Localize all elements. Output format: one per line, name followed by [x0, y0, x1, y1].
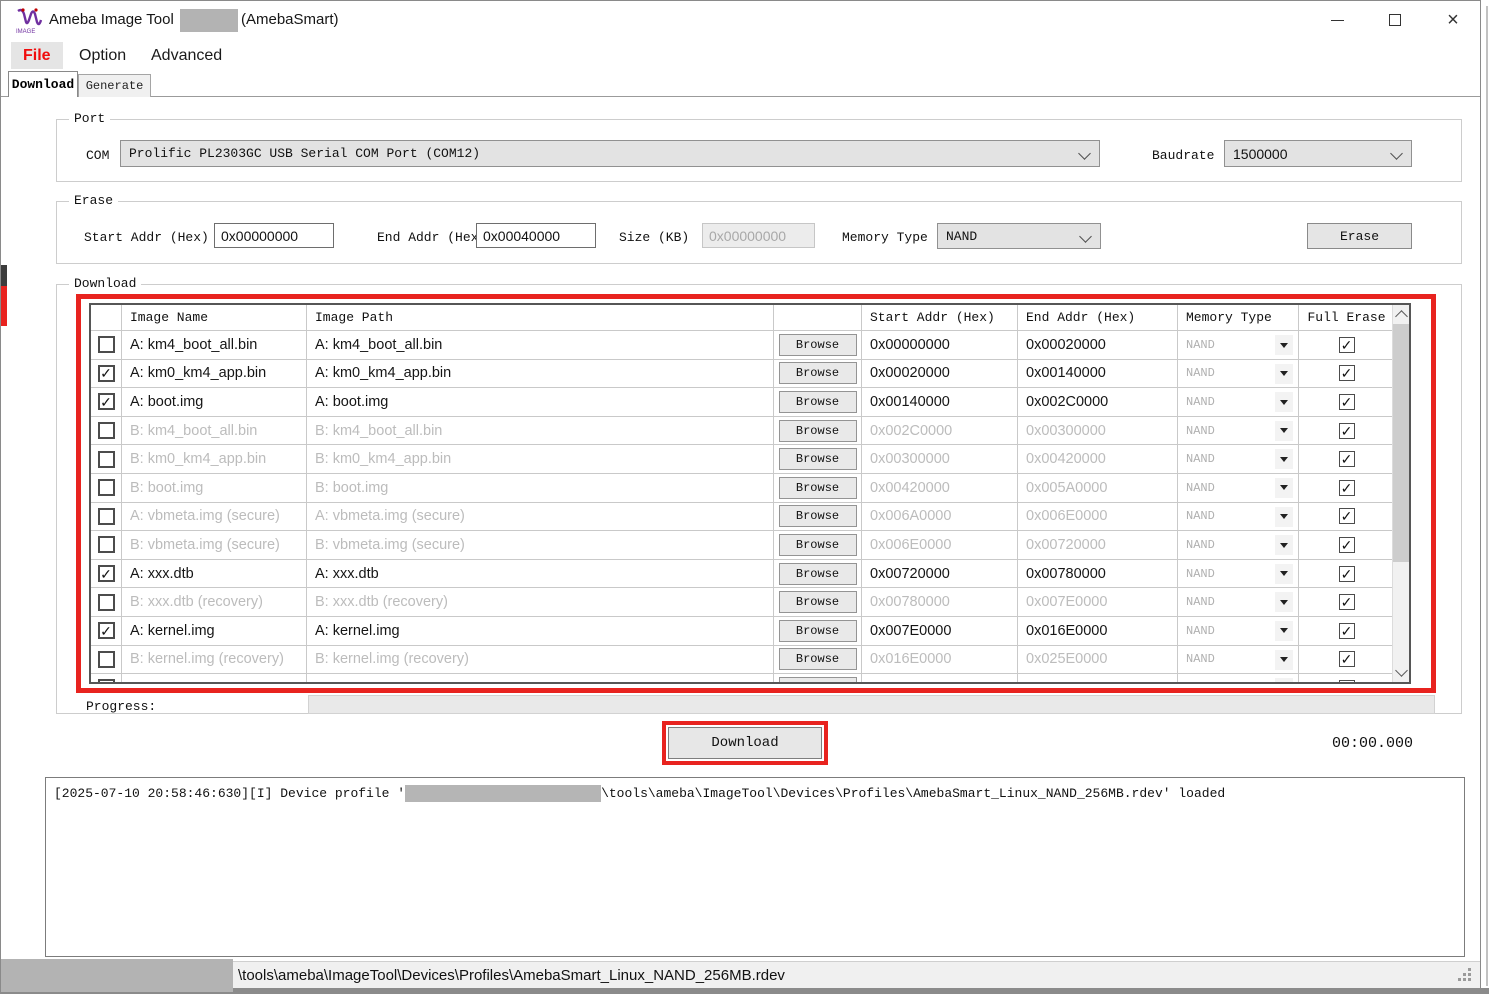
window-title-suffix: (AmebaSmart): [241, 11, 339, 28]
erase-memory-label: Memory Type: [842, 230, 928, 245]
table-highlight-annotation: [76, 294, 1436, 693]
com-port-value: Prolific PL2303GC USB Serial COM Port (C…: [129, 146, 480, 161]
timer-value: 00:00.000: [1291, 735, 1413, 752]
menu-bar: File Option Advanced: [1, 41, 1480, 71]
statusbar-redaction: [1, 959, 233, 992]
log-path: \tools\ameba\ImageTool\Devices\Profiles\…: [601, 786, 1163, 801]
erase-group-label: Erase: [69, 193, 118, 208]
resize-grip-icon[interactable]: [1458, 968, 1472, 982]
baudrate-label: Baudrate: [1152, 148, 1214, 163]
tab-page-border: [1, 96, 1480, 97]
log-line: [2025-07-10 20:58:46:630][I] Device prof…: [54, 785, 1456, 802]
menu-item-advanced[interactable]: Advanced: [139, 42, 234, 69]
tab-download[interactable]: Download: [8, 71, 78, 97]
log-suffix: ' loaded: [1163, 786, 1225, 801]
baudrate-select[interactable]: 1500000: [1224, 140, 1412, 167]
background-artifact: [1, 286, 7, 326]
chevron-down-icon: [1078, 147, 1091, 160]
close-icon: ×: [1447, 9, 1459, 32]
title-bar[interactable]: IMAGE Ameba Image Tool (AmebaSmart) ×: [1, 1, 1480, 41]
window-title: Ameba Image Tool: [49, 11, 174, 28]
maximize-icon: [1389, 14, 1401, 26]
chevron-down-icon: [1390, 147, 1403, 160]
minimize-icon: [1331, 20, 1344, 21]
background-artifact: [1, 265, 7, 286]
background-window-edge: [1486, 6, 1488, 986]
app-logo-icon: IMAGE: [14, 6, 44, 36]
erase-button[interactable]: Erase: [1307, 223, 1412, 249]
menu-item-option[interactable]: Option: [67, 42, 138, 69]
erase-group: Erase Start Addr (Hex) End Addr (Hex) Si…: [56, 201, 1462, 264]
chevron-down-icon: [1079, 230, 1092, 243]
title-redaction: [180, 9, 238, 32]
tab-generate[interactable]: Generate: [78, 74, 151, 97]
maximize-button[interactable]: [1372, 1, 1418, 39]
com-port-select[interactable]: Prolific PL2303GC USB Serial COM Port (C…: [120, 140, 1100, 167]
progress-bar: [308, 695, 1435, 714]
erase-memory-select[interactable]: NAND: [937, 223, 1101, 249]
log-prefix: [2025-07-10 20:58:46:630][I] Device prof…: [54, 786, 405, 801]
download-group-label: Download: [69, 276, 141, 291]
erase-end-label: End Addr (Hex): [377, 230, 486, 245]
com-label: COM: [86, 148, 109, 163]
erase-size-label: Size (KB): [619, 230, 689, 245]
download-button[interactable]: Download: [668, 727, 822, 759]
minimize-button[interactable]: [1314, 1, 1360, 39]
port-group: Port COM Prolific PL2303GC USB Serial CO…: [56, 119, 1462, 182]
progress-label: Progress:: [86, 699, 156, 714]
log-redaction: [405, 785, 601, 802]
erase-size-input: [702, 223, 815, 248]
svg-text:IMAGE: IMAGE: [16, 29, 35, 35]
status-path: \tools\ameba\ImageTool\Devices\Profiles\…: [238, 967, 785, 984]
log-output[interactable]: [2025-07-10 20:58:46:630][I] Device prof…: [45, 777, 1465, 957]
erase-start-label: Start Addr (Hex): [84, 230, 209, 245]
menu-item-file[interactable]: File: [11, 42, 63, 69]
baudrate-value: 1500000: [1233, 146, 1288, 162]
close-button[interactable]: ×: [1430, 1, 1476, 39]
app-window: IMAGE Ameba Image Tool (AmebaSmart) × Fi…: [0, 0, 1481, 990]
erase-start-input[interactable]: [214, 223, 334, 248]
erase-end-input[interactable]: [476, 223, 596, 248]
port-group-label: Port: [69, 111, 110, 126]
erase-memory-value: NAND: [946, 229, 977, 244]
